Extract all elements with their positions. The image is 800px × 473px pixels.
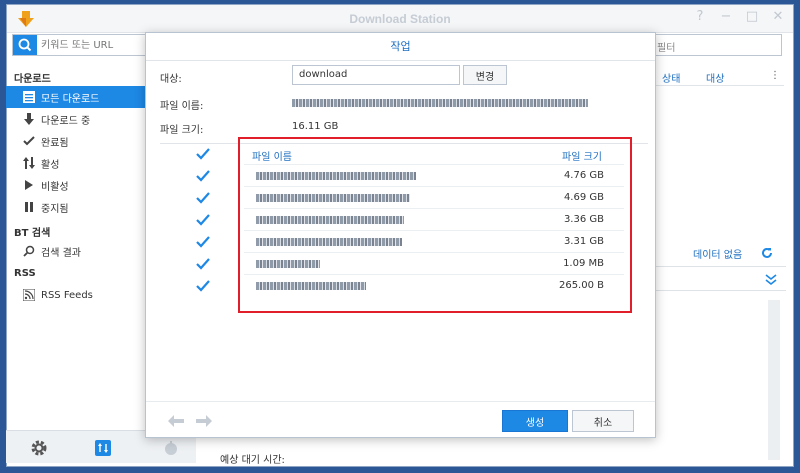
sidebar-item-label: 중지됨 [41,203,69,215]
eta-label: 예상 대기 시간: [220,455,285,466]
sidebar-item-label: 비활성 [41,181,69,193]
updown-arrows-icon [22,156,36,170]
help-icon[interactable]: ? [693,10,707,24]
refresh-icon[interactable] [760,246,774,260]
sidebar: 다운로드 모든 다운로드 다운로드 중 완료됨 활성 비활성 중지됨 BT 검색… [6,64,146,306]
select-all-checkbox[interactable] [196,147,210,161]
dialog-title: 작업 [146,33,655,61]
change-button[interactable]: 변경 [463,65,507,85]
search-input[interactable] [41,38,151,52]
sidebar-item-label: 활성 [41,159,60,171]
check-icon [22,134,36,148]
maximize-icon[interactable]: □ [745,10,759,24]
search-icon [22,244,36,258]
gear-icon[interactable] [28,437,50,459]
divider [652,266,786,267]
chevron-double-down-icon[interactable] [764,273,778,287]
sidebar-item-downloading[interactable]: 다운로드 중 [6,108,146,130]
window-controls: ? − □ ✕ [693,10,785,24]
search-icon [18,38,32,52]
stop-icon [22,200,36,214]
file-checkbox[interactable] [196,279,210,293]
cancel-button[interactable]: 취소 [572,410,634,432]
divider [652,290,786,291]
filter-placeholder: 필터 [657,43,676,54]
sidebar-heading-rss: RSS [14,268,36,279]
column-menu-icon[interactable]: ⋮ [770,70,780,81]
sidebar-item-rss-feeds[interactable]: RSS Feeds [6,284,146,306]
rss-icon [22,288,36,302]
list-icon [22,90,36,104]
list-header: 상태 대상 ⋮ [652,66,784,86]
highlight-annotation-box [238,137,632,313]
file-checkbox[interactable] [196,235,210,249]
filename-label: 파일 이름: [160,101,204,112]
filesize-value: 16.11 GB [292,121,339,132]
file-checkbox[interactable] [196,191,210,205]
sidebar-item-active[interactable]: 활성 [6,152,146,174]
column-status[interactable]: 상태 [662,70,680,85]
sidebar-item-all-downloads[interactable]: 모든 다운로드 [6,86,146,108]
sidebar-item-stopped[interactable]: 중지됨 [6,196,146,218]
create-button[interactable]: 생성 [502,410,568,432]
destination-field[interactable]: download [292,65,460,85]
no-data-text: 데이터 없음 [693,250,743,261]
search-box [12,34,152,56]
scheduler-icon[interactable] [160,437,182,459]
search-button[interactable] [13,35,37,55]
sidebar-heading-download: 다운로드 [14,74,51,85]
sidebar-heading-bt-search: BT 검색 [14,228,51,239]
destination-label: 대상: [160,74,182,85]
filename-value-redacted [292,99,588,107]
app-title: Download Station [349,12,451,26]
sidebar-item-label: 검색 결과 [41,247,81,259]
filter-input[interactable]: 필터 [650,34,782,56]
scrollbar[interactable] [768,300,780,460]
sidebar-item-search-results[interactable]: 검색 결과 [6,240,146,262]
sidebar-item-label: RSS Feeds [41,289,93,301]
footer-divider [146,401,655,402]
sidebar-item-label: 다운로드 중 [41,115,91,127]
close-icon[interactable]: ✕ [771,10,785,24]
sidebar-item-completed[interactable]: 완료됨 [6,130,146,152]
transfer-icon[interactable] [92,437,114,459]
sidebar-item-inactive[interactable]: 비활성 [6,174,146,196]
arrow-left-icon[interactable] [168,415,184,427]
column-destination[interactable]: 대상 [706,70,724,85]
pause-icon [22,178,36,192]
minimize-icon[interactable]: − [719,10,733,24]
arrow-down-icon [22,112,36,126]
sidebar-item-label: 완료됨 [41,137,69,149]
title-bar: Download Station ? − □ ✕ [7,5,793,33]
filesize-label: 파일 크기: [160,125,204,136]
file-checkbox[interactable] [196,257,210,271]
arrow-right-icon[interactable] [196,415,212,427]
file-checkbox[interactable] [196,169,210,183]
file-checkbox[interactable] [196,213,210,227]
sidebar-item-label: 모든 다운로드 [41,93,100,105]
